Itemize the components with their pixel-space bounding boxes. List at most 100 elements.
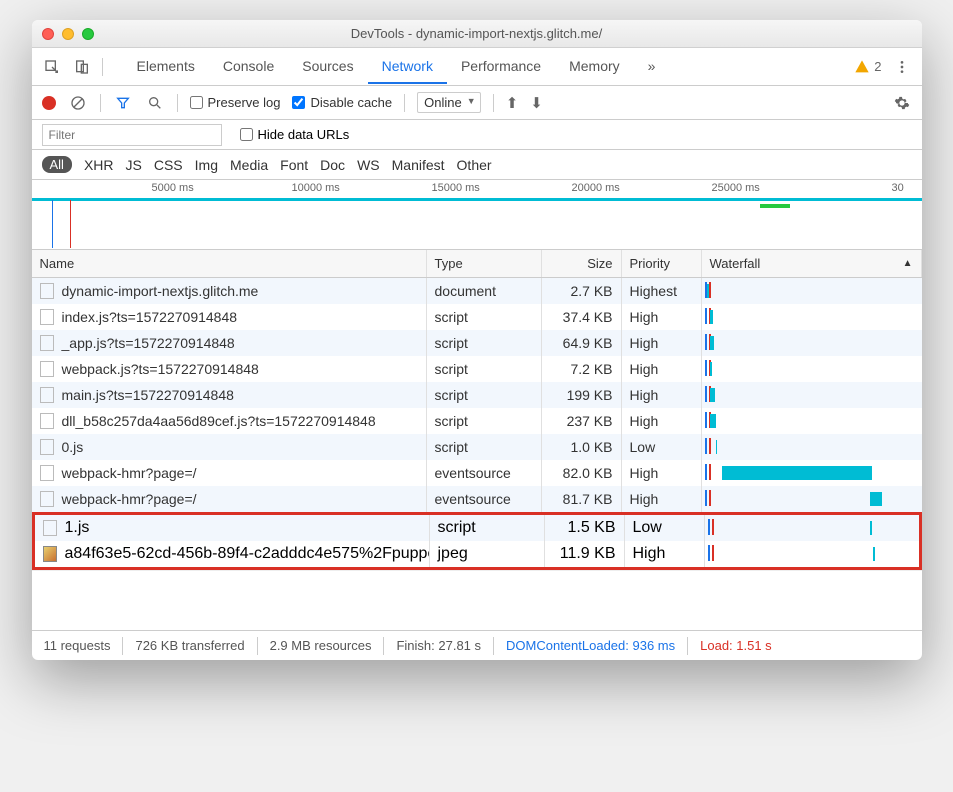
type-all[interactable]: All xyxy=(42,156,72,173)
table-row[interactable]: dynamic-import-nextjs.glitch.me document… xyxy=(32,278,922,304)
row-priority: High xyxy=(622,460,702,486)
file-icon xyxy=(40,439,54,455)
table-row[interactable]: a84f63e5-62cd-456b-89f4-c2adddc4e575%2Fp… xyxy=(35,541,919,567)
row-type: document xyxy=(427,278,542,304)
row-name: webpack-hmr?page=/ xyxy=(62,465,197,481)
type-media[interactable]: Media xyxy=(230,157,268,173)
row-priority: Highest xyxy=(622,278,702,304)
type-xhr[interactable]: XHR xyxy=(84,157,114,173)
timeline-bar xyxy=(760,204,790,208)
warnings-badge[interactable]: 2 xyxy=(854,59,881,75)
disable-cache-checkbox[interactable]: Disable cache xyxy=(292,95,392,110)
clear-button[interactable] xyxy=(68,93,88,113)
type-js[interactable]: JS xyxy=(126,157,142,173)
wf-load-tick xyxy=(709,464,711,480)
row-size: 7.2 KB xyxy=(542,356,622,382)
download-har-icon[interactable]: ⬇ xyxy=(530,94,543,112)
tab-elements[interactable]: Elements xyxy=(123,50,209,83)
record-button[interactable] xyxy=(42,96,56,110)
tl-tick: 10000 ms xyxy=(292,182,340,194)
type-img[interactable]: Img xyxy=(195,157,218,173)
table-row[interactable]: webpack.js?ts=1572270914848 script 7.2 K… xyxy=(32,356,922,382)
row-size: 1.0 KB xyxy=(542,434,622,460)
device-toggle-icon[interactable] xyxy=(72,57,92,77)
type-ws[interactable]: WS xyxy=(357,157,380,173)
row-size: 2.7 KB xyxy=(542,278,622,304)
table-row[interactable]: 0.js script 1.0 KB Low xyxy=(32,434,922,460)
col-waterfall[interactable]: Waterfall▲ xyxy=(702,250,922,277)
type-doc[interactable]: Doc xyxy=(320,157,345,173)
table-row[interactable]: webpack-hmr?page=/ eventsource 82.0 KB H… xyxy=(32,460,922,486)
table-row[interactable]: 1.js script 1.5 KB Low xyxy=(35,515,919,541)
tab-console[interactable]: Console xyxy=(209,50,288,83)
maximize-window-button[interactable] xyxy=(82,28,94,40)
row-type: script xyxy=(427,408,542,434)
separator xyxy=(493,94,494,112)
table-row[interactable]: webpack-hmr?page=/ eventsource 81.7 KB H… xyxy=(32,486,922,512)
col-type[interactable]: Type xyxy=(427,250,542,277)
status-load: Load: 1.51 s xyxy=(700,638,772,653)
request-table: dynamic-import-nextjs.glitch.me document… xyxy=(32,278,922,512)
wf-load-tick xyxy=(709,490,711,506)
table-row[interactable]: dll_b58c257da4aa56d89cef.js?ts=157227091… xyxy=(32,408,922,434)
hide-data-urls-label: Hide data URLs xyxy=(258,127,350,142)
file-icon xyxy=(40,283,54,299)
type-css[interactable]: CSS xyxy=(154,157,183,173)
wf-bar xyxy=(707,284,709,298)
table-row[interactable]: main.js?ts=1572270914848 script 199 KB H… xyxy=(32,382,922,408)
row-type: eventsource xyxy=(427,460,542,486)
tab-memory[interactable]: Memory xyxy=(555,50,634,83)
table-row[interactable]: index.js?ts=1572270914848 script 37.4 KB… xyxy=(32,304,922,330)
minimize-window-button[interactable] xyxy=(62,28,74,40)
file-icon xyxy=(43,546,57,562)
type-font[interactable]: Font xyxy=(280,157,308,173)
wf-load-tick xyxy=(709,282,711,298)
kebab-menu-icon[interactable] xyxy=(892,57,912,77)
tab-network[interactable]: Network xyxy=(368,50,447,83)
inspect-element-icon[interactable] xyxy=(42,57,62,77)
filter-input[interactable] xyxy=(42,124,222,146)
table-header: Name Type Size Priority Waterfall▲ xyxy=(32,250,922,278)
tab-sources[interactable]: Sources xyxy=(288,50,367,83)
row-waterfall xyxy=(702,434,922,460)
close-window-button[interactable] xyxy=(42,28,54,40)
type-manifest[interactable]: Manifest xyxy=(392,157,445,173)
window-controls xyxy=(42,28,94,40)
separator xyxy=(122,637,123,655)
wf-bar xyxy=(710,414,716,428)
row-name: webpack.js?ts=1572270914848 xyxy=(62,361,259,377)
row-waterfall xyxy=(702,304,922,330)
hide-data-urls-checkbox[interactable]: Hide data URLs xyxy=(240,127,350,142)
load-marker xyxy=(70,200,71,248)
wf-dcl-tick xyxy=(705,412,707,428)
warning-count: 2 xyxy=(874,59,881,74)
wf-bar xyxy=(870,521,872,535)
row-priority: High xyxy=(622,486,702,512)
col-name[interactable]: Name xyxy=(32,250,427,277)
col-priority[interactable]: Priority xyxy=(622,250,702,277)
main-tabs-row: Elements Console Sources Network Perform… xyxy=(32,48,922,86)
throttling-select[interactable]: Online xyxy=(417,92,481,113)
status-finish: Finish: 27.81 s xyxy=(396,638,481,653)
tab-performance[interactable]: Performance xyxy=(447,50,555,83)
col-size[interactable]: Size xyxy=(542,250,622,277)
wf-bar xyxy=(870,492,882,506)
row-type: script xyxy=(427,330,542,356)
status-transferred: 726 KB transferred xyxy=(135,638,244,653)
settings-gear-icon[interactable] xyxy=(892,93,912,113)
upload-har-icon[interactable]: ⬆ xyxy=(506,94,519,112)
row-name: main.js?ts=1572270914848 xyxy=(62,387,234,403)
type-other[interactable]: Other xyxy=(457,157,492,173)
row-priority: Low xyxy=(625,515,705,541)
table-row[interactable]: _app.js?ts=1572270914848 script 64.9 KB … xyxy=(32,330,922,356)
wf-dcl-tick xyxy=(708,545,710,561)
preserve-log-checkbox[interactable]: Preserve log xyxy=(190,95,281,110)
tl-tick: 20000 ms xyxy=(572,182,620,194)
search-icon[interactable] xyxy=(145,93,165,113)
wf-bar xyxy=(710,362,712,376)
file-icon xyxy=(40,387,54,403)
tab-overflow[interactable]: » xyxy=(634,50,670,83)
filter-toggle-icon[interactable] xyxy=(113,93,133,113)
row-type: script xyxy=(427,356,542,382)
timeline-overview[interactable]: 5000 ms 10000 ms 15000 ms 20000 ms 25000… xyxy=(32,180,922,250)
